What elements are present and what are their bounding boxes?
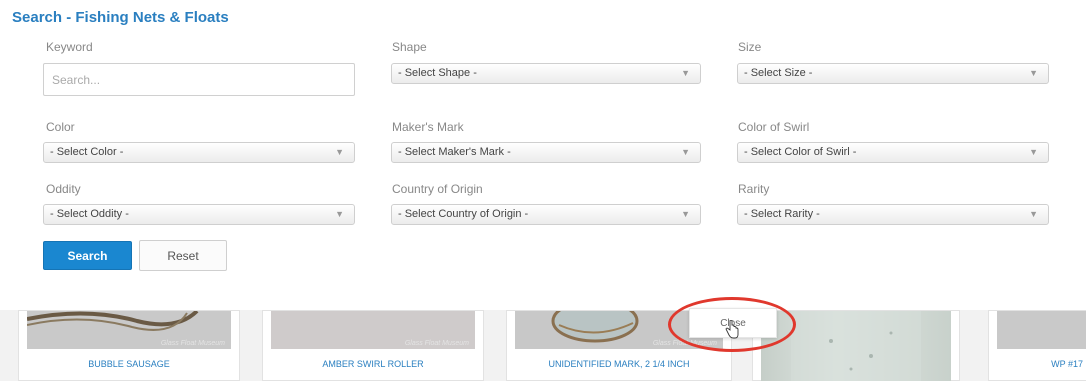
rarity-select[interactable]: - Select Rarity - ▼ (737, 204, 1049, 225)
chevron-down-icon: ▼ (681, 209, 690, 219)
shape-select[interactable]: - Select Shape - ▼ (391, 63, 701, 84)
chevron-down-icon: ▼ (335, 209, 344, 219)
result-card-name[interactable]: BUBBLE SAUSAGE (19, 359, 239, 369)
result-thumbnail[interactable]: Glass Float Museum (27, 311, 231, 349)
makers-mark-label: Maker's Mark (392, 120, 464, 134)
watermark-text: Glass Float Museum (404, 340, 469, 347)
color-of-swirl-select-value: - Select Color of Swirl - (744, 146, 857, 158)
country-of-origin-select[interactable]: - Select Country of Origin - ▼ (391, 204, 701, 225)
reset-button[interactable]: Reset (139, 240, 227, 271)
chevron-down-icon: ▼ (1029, 209, 1038, 219)
shape-label: Shape (392, 40, 427, 54)
color-select-value: - Select Color - (50, 146, 124, 158)
hand-pointer-icon (725, 320, 739, 339)
result-thumbnail[interactable]: Glass Float Museum (271, 311, 475, 349)
shape-select-value: - Select Shape - (398, 67, 477, 79)
color-of-swirl-select[interactable]: - Select Color of Swirl - ▼ (737, 142, 1049, 163)
chevron-down-icon: ▼ (681, 147, 690, 157)
oddity-select-value: - Select Oddity - (50, 208, 129, 220)
chevron-down-icon: ▼ (1029, 147, 1038, 157)
makers-mark-select[interactable]: - Select Maker's Mark - ▼ (391, 142, 701, 163)
oddity-label: Oddity (46, 182, 81, 196)
color-of-swirl-label: Color of Swirl (738, 120, 810, 134)
chevron-down-icon: ▼ (335, 147, 344, 157)
keyword-search-input[interactable] (43, 63, 355, 96)
country-of-origin-select-value: - Select Country of Origin - (398, 208, 529, 220)
chevron-down-icon: ▼ (681, 68, 690, 78)
result-card-name[interactable]: WP #17 (989, 359, 1086, 369)
search-button[interactable]: Search (43, 241, 132, 270)
result-thumbnail[interactable] (997, 311, 1086, 349)
color-label: Color (46, 120, 75, 134)
oddity-select[interactable]: - Select Oddity - ▼ (43, 204, 355, 225)
rarity-label: Rarity (738, 182, 770, 196)
page-title: Search - Fishing Nets & Floats (12, 9, 229, 26)
result-card[interactable]: Glass Float Museum BUBBLE SAUSAGE (18, 310, 240, 381)
result-card-name[interactable]: UNIDENTIFIED MARK, 2 1/4 INCH (507, 359, 731, 369)
country-of-origin-label: Country of Origin (392, 182, 483, 196)
size-select-value: - Select Size - (744, 67, 813, 79)
keyword-label: Keyword (46, 40, 93, 54)
color-select[interactable]: - Select Color - ▼ (43, 142, 355, 163)
makers-mark-select-value: - Select Maker's Mark - (398, 146, 511, 158)
size-select[interactable]: - Select Size - ▼ (737, 63, 1049, 84)
watermark-text: Glass Float Museum (160, 340, 225, 347)
size-label: Size (738, 40, 762, 54)
result-card[interactable]: Glass Float Museum AMBER SWIRL ROLLER (262, 310, 484, 381)
result-card[interactable]: WP #17 (988, 310, 1086, 381)
chevron-down-icon: ▼ (1029, 68, 1038, 78)
rarity-select-value: - Select Rarity - (744, 208, 820, 220)
result-card-name[interactable]: AMBER SWIRL ROLLER (263, 359, 483, 369)
